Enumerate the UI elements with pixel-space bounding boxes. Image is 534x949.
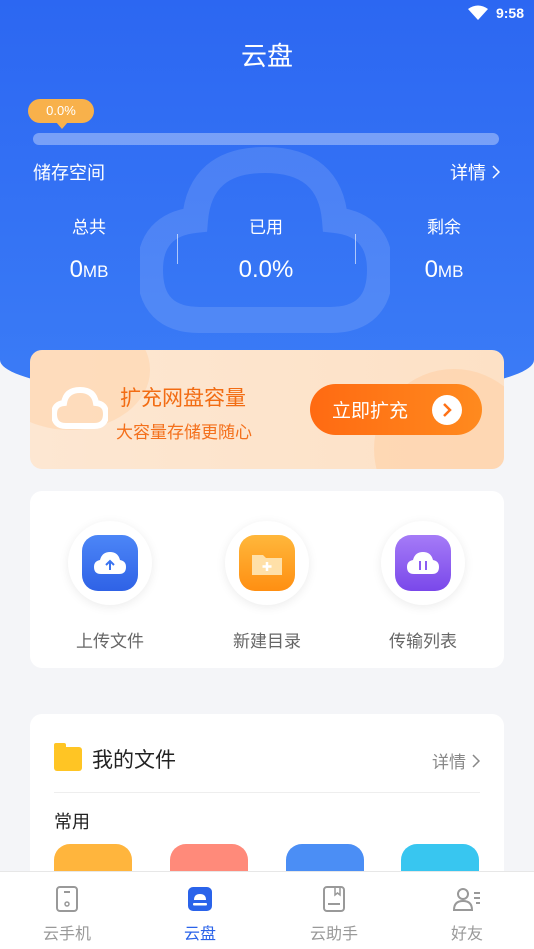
- cloud-disk-icon: [188, 887, 212, 911]
- bottom-tab-bar: 云手机 云盘 云助手 好友: [0, 871, 534, 949]
- stat-total-label: 总共: [72, 218, 106, 238]
- tab-cloud-disk[interactable]: 云盘: [150, 886, 250, 944]
- status-time: 9:58: [495, 5, 524, 21]
- arrow-right-icon: [432, 395, 462, 425]
- transfer-list-button[interactable]: 传输列表: [363, 521, 483, 652]
- upload-file-label: 上传文件: [76, 632, 144, 652]
- storage-detail-link[interactable]: 详情: [450, 159, 500, 185]
- divider: [54, 792, 480, 793]
- upload-cloud-icon: [82, 535, 138, 591]
- storage-label: 储存空间: [33, 163, 105, 184]
- upload-file-button[interactable]: 上传文件: [50, 521, 170, 652]
- stats-divider: [355, 234, 356, 264]
- my-files-title: 我的文件: [92, 748, 176, 772]
- stat-remaining-label: 剩余: [427, 218, 461, 238]
- stats-divider: [177, 234, 178, 264]
- friends-icon: [453, 888, 480, 911]
- new-folder-label: 新建目录: [233, 632, 301, 652]
- stat-remaining: 剩余 0MB: [364, 213, 524, 284]
- tab-friends-label: 好友: [450, 924, 483, 943]
- cloud-outline-icon: [52, 386, 108, 429]
- chevron-right-icon: [492, 165, 500, 179]
- stat-used: 已用 0.0%: [186, 213, 346, 284]
- files-detail-label: 详情: [432, 753, 466, 773]
- storage-stats: 总共 0MB 已用 0.0% 剩余 0MB: [0, 213, 534, 283]
- storage-progress-bar: [33, 133, 499, 145]
- page-title: 云盘: [240, 42, 293, 72]
- tab-cloud-phone[interactable]: 云手机: [17, 886, 117, 944]
- stat-used-value: 0.0%: [238, 256, 294, 283]
- common-label: 常用: [54, 812, 90, 833]
- stat-remaining-value: 0MB: [424, 256, 464, 283]
- expand-now-label: 立即扩充: [332, 400, 409, 422]
- assistant-icon: [323, 886, 345, 912]
- stat-total-value: 0MB: [69, 256, 109, 283]
- chevron-right-icon: [472, 753, 480, 768]
- tab-cloud-phone-label: 云手机: [42, 924, 91, 943]
- tab-cloud-disk-label: 云盘: [183, 924, 216, 943]
- status-bar: 9:58: [0, 0, 534, 30]
- expand-now-button[interactable]: 立即扩充: [310, 384, 482, 435]
- tab-cloud-assistant[interactable]: 云助手: [284, 886, 384, 944]
- new-folder-icon: [239, 535, 295, 591]
- stat-total: 总共 0MB: [9, 213, 169, 284]
- transfer-list-label: 传输列表: [389, 632, 457, 652]
- promo-title: 扩充网盘容量: [120, 386, 246, 410]
- expand-storage-banner[interactable]: 扩充网盘容量 大容量存储更随心 立即扩充: [30, 350, 504, 469]
- transfer-cloud-icon: [395, 535, 451, 591]
- my-files-card: 我的文件 详情 常用: [30, 714, 504, 894]
- usage-badge: 0.0%: [28, 99, 94, 129]
- tab-friends[interactable]: 好友: [417, 886, 517, 944]
- folder-icon: [54, 743, 82, 771]
- promo-subtitle: 大容量存储更随心: [116, 423, 252, 443]
- quick-actions-card: 上传文件 新建目录 传输列表: [30, 491, 504, 668]
- wifi-icon: [467, 5, 488, 20]
- files-detail-link[interactable]: 详情: [432, 748, 480, 773]
- phone-icon: [56, 886, 78, 912]
- stat-used-label: 已用: [249, 218, 283, 238]
- storage-detail-label: 详情: [450, 163, 486, 184]
- new-folder-button[interactable]: 新建目录: [207, 521, 327, 652]
- tab-cloud-assistant-label: 云助手: [309, 924, 358, 943]
